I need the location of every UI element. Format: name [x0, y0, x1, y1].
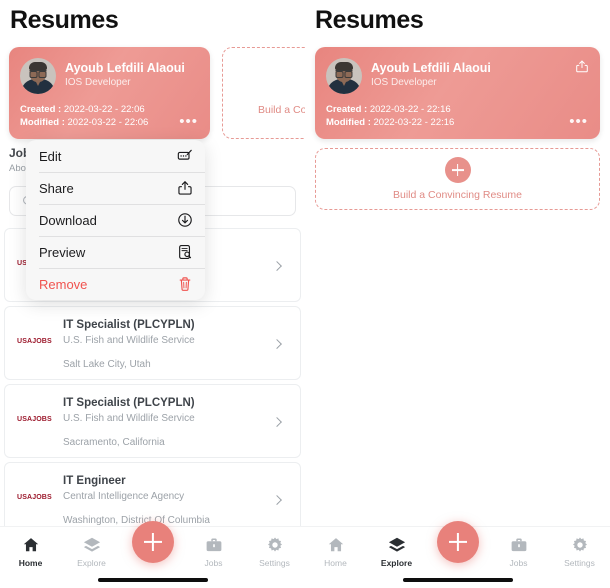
ellipsis-icon[interactable]: ••• [179, 114, 198, 129]
menu-item-label: Remove [39, 276, 88, 292]
document-search-icon [177, 244, 193, 260]
job-org: U.S. Fish and Wildlife Service [63, 335, 195, 346]
home-indicator [97, 578, 208, 582]
tab-label: Home [18, 558, 43, 568]
tab-label: Home [324, 558, 347, 568]
modified-label: Modified : [20, 117, 65, 128]
resume-owner-name: Ayoub Lefdili Alaoui [371, 61, 491, 75]
chevron-right-icon[interactable] [272, 417, 282, 427]
job-location: Sacramento, California [63, 437, 165, 448]
created-label: Created : [20, 104, 62, 115]
resume-carousel[interactable]: Ayoub Lefdili Alaoui IOS Developer Creat… [0, 47, 305, 139]
modified-label: Modified : [326, 117, 371, 128]
created-value: 2022-03-22 - 22:16 [369, 104, 451, 115]
tab-explore[interactable]: Explore [61, 535, 122, 568]
download-circle-icon [177, 212, 193, 228]
usajobs-logo: USAJOBS [17, 336, 52, 345]
tab-label: Jobs [509, 558, 528, 568]
right-phone-screen: Resumes Ayoub Lefdili Alaoui IOS Develop… [305, 0, 610, 588]
resume-context-menu[interactable]: Edit Share Download Preview Remove [26, 140, 205, 300]
left-phone-screen: Resumes Ayoub Lefdili Alaoui IOS Develop… [0, 0, 305, 588]
modified-value: 2022-03-22 - 22:06 [67, 117, 149, 128]
job-title: IT Specialist (PLCYPLN) [63, 397, 195, 409]
resume-card-wrap: Ayoub Lefdili Alaoui IOS Developer Creat… [315, 47, 600, 139]
menu-item-edit[interactable]: Edit [26, 140, 205, 172]
chevron-right-icon[interactable] [272, 261, 282, 271]
tab-explore[interactable]: Explore [366, 535, 427, 568]
job-location: Washington, District Of Columbia [63, 515, 210, 526]
tab-home[interactable]: Home [0, 535, 61, 568]
tab-label: Jobs [204, 558, 223, 568]
created-value: 2022-03-22 - 22:06 [63, 104, 145, 115]
resume-timestamps: Created : 2022-03-22 - 22:06 Modified : … [20, 103, 148, 129]
briefcase-icon [204, 535, 223, 554]
share-icon [177, 180, 193, 196]
resume-card[interactable]: Ayoub Lefdili Alaoui IOS Developer Creat… [315, 47, 600, 139]
layers-icon [82, 535, 101, 554]
tab-settings[interactable]: Settings [549, 535, 610, 568]
tab-label: Settings [259, 558, 290, 568]
dual-screenshot-stage: Resumes Ayoub Lefdili Alaoui IOS Develop… [0, 0, 610, 588]
avatar [20, 58, 56, 94]
tab-label: Settings [564, 558, 595, 568]
add-resume-fab[interactable] [436, 521, 479, 563]
edit-square-icon [177, 148, 193, 164]
created-label: Created : [326, 104, 368, 115]
gear-icon [265, 535, 284, 554]
trash-icon [177, 276, 193, 292]
job-org: U.S. Fish and Wildlife Service [63, 413, 195, 424]
layers-icon [387, 535, 406, 554]
resume-card[interactable]: Ayoub Lefdili Alaoui IOS Developer Creat… [9, 47, 210, 139]
menu-item-label: Edit [39, 148, 62, 164]
home-indicator [402, 578, 513, 582]
page-title: Resumes [10, 6, 119, 34]
resume-owner-role: IOS Developer [65, 77, 131, 88]
chevron-right-icon[interactable] [272, 495, 282, 505]
tab-jobs[interactable]: Jobs [488, 535, 549, 568]
resume-timestamps: Created : 2022-03-22 - 22:16 Modified : … [326, 103, 454, 129]
tab-home[interactable]: Home [305, 535, 366, 568]
menu-item-label: Share [39, 180, 74, 196]
tab-settings[interactable]: Settings [244, 535, 305, 568]
add-resume-fab[interactable] [131, 521, 174, 563]
build-resume-label: Build a Convincing Resume [393, 189, 522, 201]
tab-label: Explore [380, 558, 413, 568]
gear-icon [570, 535, 589, 554]
job-title: IT Specialist (PLCYPLN) [63, 319, 195, 331]
build-resume-label: Build a Convincing Resume [258, 104, 305, 116]
briefcase-icon [509, 535, 528, 554]
ellipsis-icon[interactable]: ••• [569, 114, 588, 129]
page-title: Resumes [315, 6, 424, 34]
menu-item-share[interactable]: Share [26, 172, 205, 204]
modified-value: 2022-03-22 - 22:16 [373, 117, 455, 128]
table-row[interactable]: USAJOBS IT Specialist (PLCYPLN) U.S. Fis… [4, 384, 301, 458]
menu-item-label: Preview [39, 244, 86, 260]
home-icon [21, 535, 40, 554]
build-resume-card[interactable]: Build a Convincing Resume [315, 148, 600, 210]
resume-owner-name: Ayoub Lefdili Alaoui [65, 61, 185, 75]
job-location: Salt Lake City, Utah [63, 359, 151, 370]
job-title: IT Engineer [63, 475, 126, 487]
build-resume-card-wrap: Build a Convincing Resume [315, 148, 600, 210]
plus-icon [444, 157, 471, 183]
share-icon[interactable] [575, 58, 589, 75]
home-icon [326, 535, 345, 554]
menu-item-download[interactable]: Download [26, 204, 205, 236]
table-row[interactable]: USAJOBS IT Specialist (PLCYPLN) U.S. Fis… [4, 306, 301, 380]
tab-jobs[interactable]: Jobs [183, 535, 244, 568]
job-org: Central Intelligence Agency [63, 491, 185, 502]
resume-owner-role: IOS Developer [371, 77, 437, 88]
tab-label: Explore [77, 558, 106, 568]
menu-item-preview[interactable]: Preview [26, 236, 205, 268]
avatar [326, 58, 362, 94]
chevron-right-icon[interactable] [272, 339, 282, 349]
menu-item-label: Download [39, 212, 97, 228]
usajobs-logo: USAJOBS [17, 414, 52, 423]
menu-item-remove[interactable]: Remove [26, 268, 205, 300]
usajobs-logo: USAJOBS [17, 492, 52, 501]
build-resume-card[interactable]: Build a Convincing Resume [222, 47, 305, 139]
